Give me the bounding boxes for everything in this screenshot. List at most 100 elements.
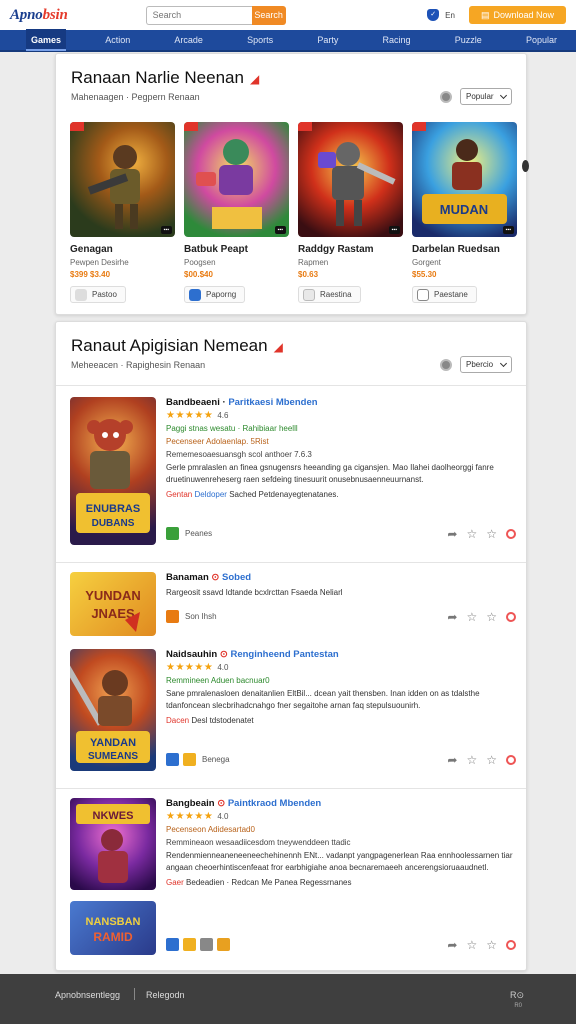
game-thumbnail[interactable]: ▪▪▪	[184, 122, 289, 237]
share-icon[interactable]: ➦	[447, 528, 457, 540]
share-icon[interactable]: ➦	[447, 754, 457, 766]
nav-item-games[interactable]: Games	[26, 29, 67, 51]
item-meta: Gentan Deldoper Sached Petdenayegtenatan…	[166, 490, 516, 499]
section-subtitle: Meheeacen · Rapighesin Renaan	[71, 360, 206, 370]
star-icon[interactable]: ☆	[466, 939, 477, 951]
platform-icon	[166, 753, 179, 766]
game-title[interactable]: Raddgy Rastam	[298, 244, 403, 255]
favorite-icon[interactable]: ☆	[486, 939, 497, 951]
favorite-icon[interactable]: ☆	[486, 611, 497, 623]
star-icon[interactable]: ☆	[466, 611, 477, 623]
favorite-icon[interactable]: ☆	[486, 528, 497, 540]
meta-tag[interactable]: Gentan	[166, 490, 192, 499]
site-logo[interactable]: Apnobsin	[10, 7, 68, 24]
install-button[interactable]: Pastoo	[70, 286, 126, 303]
game-cover[interactable]: YUNDAN JNAES	[70, 572, 156, 636]
game-title[interactable]: Genagan	[70, 244, 175, 255]
search-input[interactable]	[145, 5, 252, 25]
install-button[interactable]: Paestane	[412, 286, 477, 303]
item-developer[interactable]: Paritkaesi Mbenden	[228, 397, 317, 408]
share-icon[interactable]: ➦	[447, 939, 457, 951]
recommended-games-section: Ranaut Apigisian Nemean ◢ Meheeacen · Rap…	[55, 321, 527, 971]
footer-icon-label[interactable]: R⊙	[510, 990, 524, 1001]
list-item[interactable]: NKWES NANSBAN RAMID Bangbeain ⊙ Paintkrao…	[70, 798, 516, 958]
section-title: Ranaan Narlie Neenan ◢	[71, 68, 259, 88]
star-icon[interactable]: ☆	[466, 528, 477, 540]
sort-dropdown[interactable]: Pbercio	[460, 356, 512, 373]
meta-tag[interactable]: Gaer	[166, 878, 184, 887]
game-cover[interactable]: YANDAN SUMEANS	[70, 649, 156, 771]
main-nav: Games Action Arcade Sports Party Racing …	[0, 29, 576, 52]
game-card[interactable]: ▪▪▪ Raddgy Rastam Rapmen $0.63 Raestina	[298, 122, 403, 304]
download-button[interactable]: ▤ Download Now	[468, 6, 566, 24]
platform-label: Benega	[202, 755, 230, 764]
report-icon[interactable]	[506, 528, 516, 539]
item-developer[interactable]: Paintkraod Mbenden	[228, 798, 321, 809]
item-description: Sane pmralenasloen denaitanlien EltBil..…	[166, 689, 480, 710]
hero-art-icon: MUDAN	[422, 139, 507, 224]
nav-item-action[interactable]: Action	[100, 29, 135, 51]
game-cover[interactable]: NKWES	[70, 798, 156, 890]
item-developer[interactable]: Renginheend Pantestan	[230, 649, 338, 660]
game-card[interactable]: MUDAN ▪▪▪ Darbelan Ruedsan Gorgent $55.3…	[412, 122, 517, 304]
nav-item-sports[interactable]: Sports	[242, 29, 278, 51]
game-developer: Rapmen	[298, 258, 329, 267]
nav-item-puzzle[interactable]: Puzzle	[450, 29, 487, 51]
footer-link[interactable]: Relegodn	[146, 990, 185, 1000]
search-button[interactable]: Search	[251, 5, 286, 25]
nav-item-party[interactable]: Party	[312, 29, 343, 51]
app-icon	[75, 288, 87, 301]
scroll-handle[interactable]	[522, 160, 529, 172]
svg-text:RAMID: RAMID	[93, 930, 133, 944]
section-title: Ranaut Apigisian Nemean ◢	[71, 336, 283, 356]
install-button[interactable]: Raestina	[298, 286, 361, 303]
report-icon[interactable]	[506, 754, 516, 765]
item-info: Remmineen Aduen bacnuar0	[166, 676, 270, 685]
game-thumbnail[interactable]: ▪▪▪	[70, 122, 175, 237]
meta-text: Desl tdstodenatet	[191, 716, 254, 725]
svg-text:SUMEANS: SUMEANS	[88, 751, 138, 762]
game-card[interactable]: ▪▪▪ Genagan Pewpen Desirhe $399 $3.40 Pa…	[70, 122, 175, 304]
item-title[interactable]: Naidsauhin ⊙ Renginheend Pantestan	[166, 649, 516, 660]
app-icon	[189, 288, 201, 301]
star-icon[interactable]: ☆	[466, 754, 477, 766]
item-title[interactable]: Bandbeaeni · Paritkaesi Mbenden	[166, 397, 516, 408]
report-icon[interactable]	[506, 939, 516, 950]
list-item[interactable]: YUNDAN JNAES Banaman ⊙ Sobed Rargeosit ss…	[70, 572, 516, 638]
search-bar: Search	[145, 5, 286, 25]
game-banner[interactable]: NANSBAN RAMID	[70, 901, 156, 955]
footer-brand[interactable]: Apnobnsentlegg	[55, 990, 120, 1000]
report-icon[interactable]	[506, 611, 516, 622]
list-item[interactable]: YANDAN SUMEANS Naidsauhin ⊙ Renginheend P…	[70, 649, 516, 779]
game-title[interactable]: Darbelan Ruedsan	[412, 244, 517, 255]
share-icon[interactable]: ➦	[447, 611, 457, 623]
fire-icon: ◢	[273, 340, 283, 354]
rating-value: 4.6	[217, 411, 229, 420]
platform-label: Peanes	[185, 529, 213, 538]
filter-icon[interactable]	[440, 358, 452, 371]
game-card[interactable]: ▪▪▪ Batbuk Peapt Poogsen $00.$40 Paporng	[184, 122, 289, 304]
nav-item-arcade[interactable]: Arcade	[169, 29, 208, 51]
game-title[interactable]: Batbuk Peapt	[184, 244, 289, 255]
item-developer[interactable]: Sobed	[222, 572, 251, 583]
sort-dropdown[interactable]: Popular	[460, 88, 512, 105]
banner-art-icon: YUNDANJNAES	[85, 588, 141, 632]
meta-tag[interactable]: Deldoper	[194, 490, 226, 499]
favorite-icon[interactable]: ☆	[486, 754, 497, 766]
game-cover[interactable]: ENUBRAS DUBANS	[70, 397, 156, 545]
app-icon	[417, 288, 429, 301]
nav-item-popular[interactable]: Popular	[521, 29, 562, 51]
meta-tag[interactable]: Dacen	[166, 716, 189, 725]
list-item[interactable]: ENUBRAS DUBANS Bandbeaeni · Paritkaesi Mb…	[70, 397, 516, 557]
section-title-text: Ranaut Apigisian Nemean	[71, 336, 268, 355]
game-thumbnail[interactable]: ▪▪▪	[298, 122, 403, 237]
filter-icon[interactable]	[440, 90, 452, 103]
game-thumbnail[interactable]: MUDAN ▪▪▪	[412, 122, 517, 237]
star-rating: ★★★★★ 4.0	[166, 662, 229, 673]
item-title[interactable]: Bangbeain ⊙ Paintkraod Mbenden	[166, 798, 516, 809]
footer-separator	[134, 988, 135, 1000]
install-button[interactable]: Paporng	[184, 286, 246, 303]
region-selector[interactable]: En	[445, 11, 455, 20]
nav-item-racing[interactable]: Racing	[378, 29, 416, 51]
item-title[interactable]: Banaman ⊙ Sobed	[166, 572, 516, 583]
